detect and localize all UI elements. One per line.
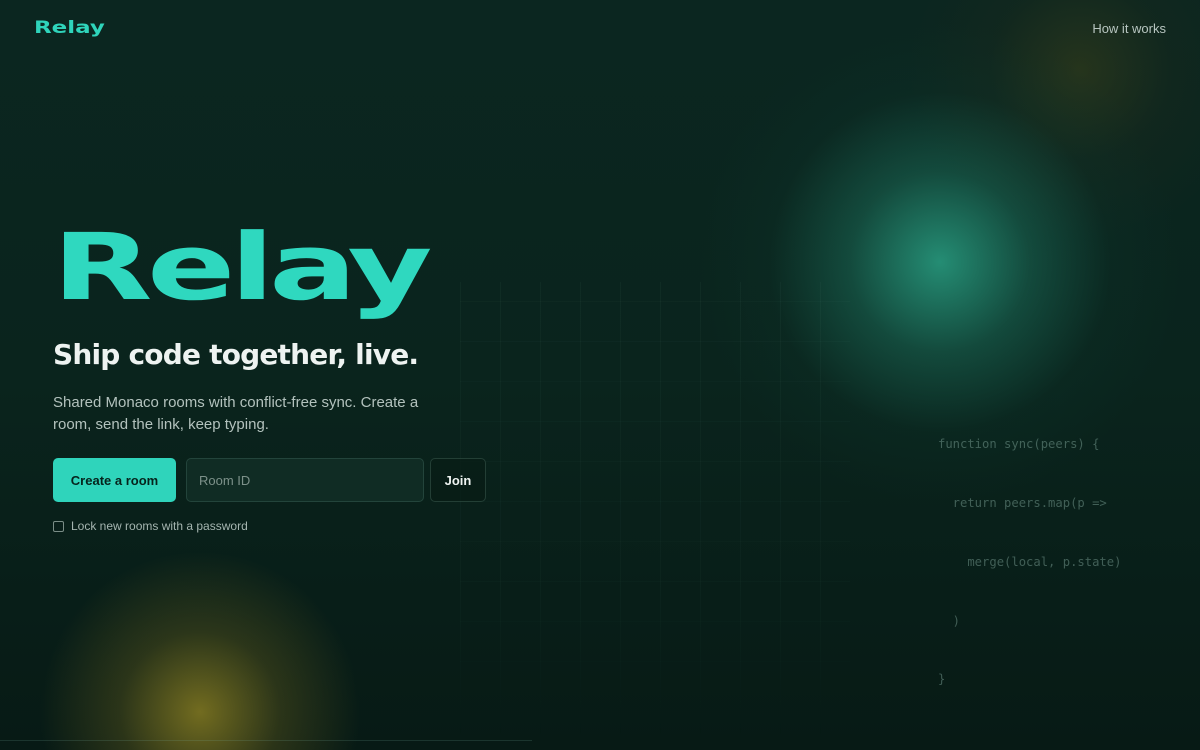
lock-rooms-label: Lock new rooms with a password xyxy=(71,519,248,533)
brand-logo[interactable]: Relay xyxy=(34,18,105,38)
divider xyxy=(0,740,532,741)
code-line: return peers.map(p => xyxy=(938,495,1107,510)
create-room-button[interactable]: Create a room xyxy=(53,458,176,502)
code-line: merge(local, p.state) xyxy=(938,554,1122,569)
lock-rooms-checkbox[interactable] xyxy=(53,520,64,532)
background-grid xyxy=(460,282,850,742)
description: Shared Monaco rooms with conflict-free s… xyxy=(53,394,419,433)
lock-rooms-option[interactable]: Lock new rooms with a password xyxy=(53,519,248,533)
room-id-input[interactable] xyxy=(186,458,424,502)
code-line: } xyxy=(938,672,946,687)
how-it-works-link[interactable]: How it works xyxy=(1092,21,1166,36)
code-line: function sync(peers) { xyxy=(938,437,1100,452)
code-snippet: function sync(peers) { return peers.map(… xyxy=(938,396,1121,710)
tagline: Ship code together, live. xyxy=(53,338,419,371)
hero-title: Relay xyxy=(52,214,433,321)
join-button[interactable]: Join xyxy=(430,458,486,502)
code-line: ) xyxy=(938,613,961,628)
